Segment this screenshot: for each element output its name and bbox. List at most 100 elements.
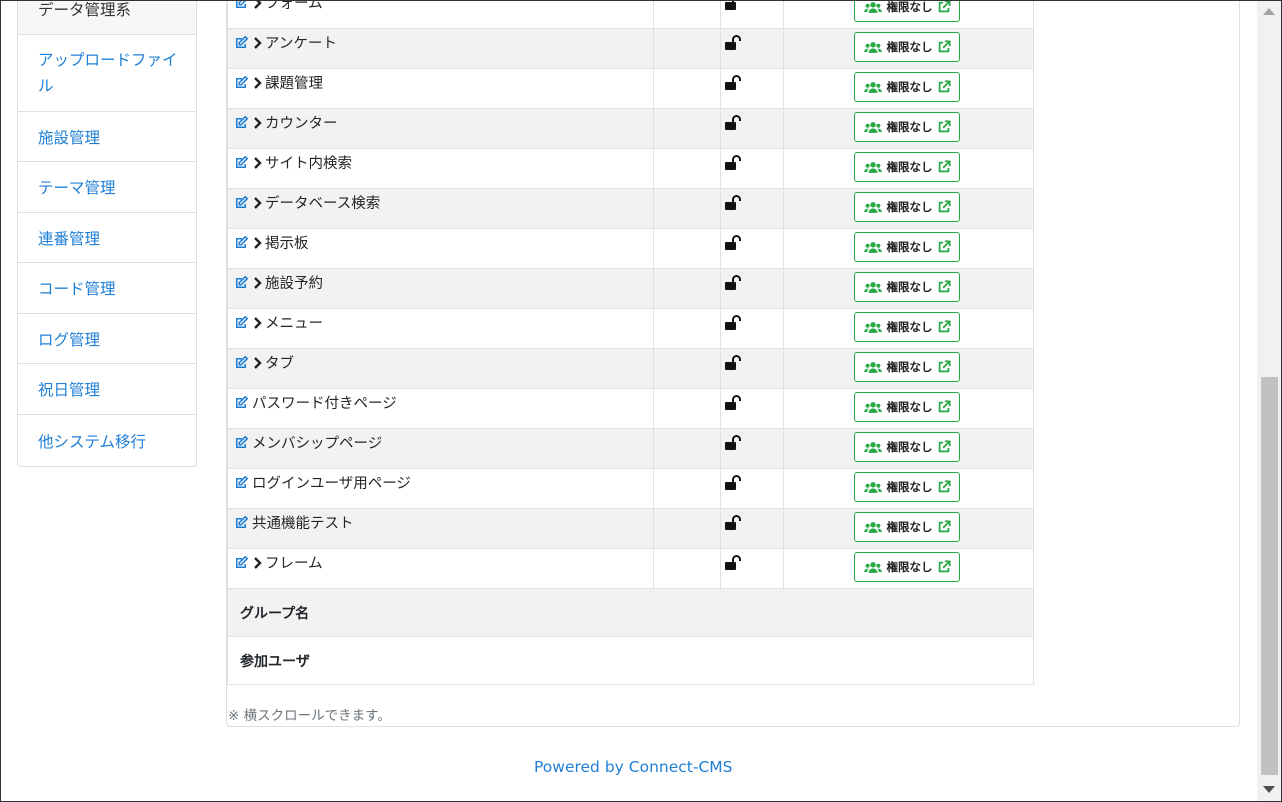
- permission-button[interactable]: 権限なし: [854, 392, 960, 422]
- unlock-icon: [725, 75, 743, 91]
- edit-icon[interactable]: [233, 35, 249, 51]
- permission-button[interactable]: 権限なし: [854, 32, 960, 62]
- scroll-down-arrow-icon[interactable]: [1263, 786, 1275, 793]
- permission-button[interactable]: 権限なし: [854, 272, 960, 302]
- permission-button[interactable]: 権限なし: [854, 552, 960, 582]
- sidebar-item[interactable]: ログ管理: [18, 314, 196, 364]
- table-row: タブ 権限なし: [227, 348, 1034, 389]
- page-name-cell: アンケート: [227, 28, 654, 69]
- page-name[interactable]: データベース検索: [265, 192, 380, 213]
- page-name[interactable]: カウンター: [265, 112, 338, 133]
- permission-label: 権限なし: [886, 440, 933, 454]
- edit-icon[interactable]: [233, 475, 249, 491]
- footer-powered-by[interactable]: Powered by Connect-CMS: [534, 758, 732, 776]
- page-name[interactable]: タブ: [265, 352, 294, 373]
- external-link-icon: [937, 120, 951, 134]
- table-row: メニュー 権限なし: [227, 308, 1034, 349]
- permission-cell: 権限なし: [783, 108, 1034, 149]
- edit-icon[interactable]: [233, 355, 249, 371]
- page-name[interactable]: パスワード付きページ: [252, 392, 397, 413]
- sidebar-item[interactable]: コード管理: [18, 263, 196, 314]
- sidebar-item[interactable]: 施設管理: [18, 112, 196, 162]
- page-name-cell: カウンター: [227, 108, 654, 149]
- unlock-icon: [725, 275, 743, 291]
- page-name[interactable]: フォーム: [265, 1, 323, 13]
- permission-cell: 権限なし: [783, 188, 1034, 229]
- permission-button[interactable]: 権限なし: [854, 152, 960, 182]
- page-name-cell: メニュー: [227, 308, 654, 349]
- sidebar-item[interactable]: 連番管理: [18, 213, 196, 263]
- chevron-right-icon: [252, 76, 264, 90]
- users-icon: [864, 321, 882, 334]
- lock-cell: [720, 468, 784, 509]
- page-name[interactable]: 施設予約: [265, 272, 323, 293]
- empty-cell: [653, 108, 721, 149]
- page-name[interactable]: ログインユーザ用ページ: [252, 472, 411, 493]
- edit-icon[interactable]: [233, 115, 249, 131]
- permission-cell: 権限なし: [783, 548, 1034, 589]
- users-icon: [864, 201, 882, 214]
- page-name[interactable]: 課題管理: [265, 72, 323, 93]
- edit-icon[interactable]: [233, 555, 249, 571]
- external-link-icon: [937, 160, 951, 174]
- permission-button[interactable]: 権限なし: [854, 512, 960, 542]
- permission-button[interactable]: 権限なし: [854, 112, 960, 142]
- scroll-up-arrow-icon[interactable]: [1263, 8, 1275, 15]
- lock-cell: [720, 28, 784, 69]
- external-link-icon: [937, 80, 951, 94]
- page-name[interactable]: アンケート: [265, 32, 337, 53]
- sidebar-item[interactable]: 祝日管理: [18, 364, 196, 415]
- users-icon: [864, 1, 882, 14]
- external-link-icon: [937, 440, 951, 454]
- edit-icon[interactable]: [233, 155, 249, 171]
- sidebar-item[interactable]: 他システム移行: [18, 415, 196, 466]
- page-name[interactable]: 共通機能テスト: [252, 512, 354, 533]
- empty-cell: [653, 468, 721, 509]
- edit-icon[interactable]: [233, 235, 249, 251]
- chevron-right-icon: [252, 156, 264, 170]
- permission-button[interactable]: 権限なし: [854, 192, 960, 222]
- unlock-icon: [725, 235, 743, 251]
- empty-cell: [653, 148, 721, 189]
- lock-cell: [720, 148, 784, 189]
- permission-button[interactable]: 権限なし: [854, 312, 960, 342]
- edit-icon[interactable]: [233, 315, 249, 331]
- sidebar-item[interactable]: アップロードファイル: [18, 35, 196, 112]
- permission-cell: 権限なし: [783, 268, 1034, 309]
- vertical-scrollbar[interactable]: [1257, 1, 1281, 801]
- edit-icon[interactable]: [233, 195, 249, 211]
- permission-button[interactable]: 権限なし: [854, 0, 960, 22]
- sidebar-item[interactable]: テーマ管理: [18, 162, 196, 213]
- page-name-cell: 課題管理: [227, 68, 654, 109]
- permission-label: 権限なし: [886, 320, 933, 334]
- permission-button[interactable]: 権限なし: [854, 432, 960, 462]
- browser-viewport: データ管理系 アップロードファイル 施設管理 テーマ管理 連番管理 コード管理 ログ管理 祝日…: [0, 0, 1282, 802]
- scrollbar-thumb[interactable]: [1261, 377, 1278, 775]
- lock-cell: [720, 428, 784, 469]
- empty-cell: [653, 348, 721, 389]
- edit-icon[interactable]: [233, 395, 249, 411]
- page-name[interactable]: 掲示板: [265, 232, 309, 253]
- permission-button[interactable]: 権限なし: [854, 72, 960, 102]
- edit-icon[interactable]: [233, 1, 249, 11]
- permission-button[interactable]: 権限なし: [854, 232, 960, 262]
- chevron-right-icon: [252, 1, 264, 10]
- page-name-cell: データベース検索: [227, 188, 654, 229]
- edit-icon[interactable]: [233, 515, 249, 531]
- permission-button[interactable]: 権限なし: [854, 352, 960, 382]
- page-name[interactable]: メニュー: [265, 312, 323, 333]
- edit-icon[interactable]: [233, 275, 249, 291]
- external-link-icon: [937, 200, 951, 214]
- permission-label: 権限なし: [886, 0, 933, 14]
- scroll-note: ※ 横スクロールできます。: [228, 708, 391, 724]
- page-name[interactable]: メンバシップページ: [252, 432, 382, 453]
- permission-button[interactable]: 権限なし: [854, 472, 960, 502]
- page-name[interactable]: フレーム: [265, 552, 323, 573]
- page-name[interactable]: サイト内検索: [265, 152, 352, 173]
- sidebar-item[interactable]: データ管理系: [18, 1, 196, 35]
- unlock-icon: [725, 395, 743, 411]
- unlock-icon: [725, 35, 743, 51]
- edit-icon[interactable]: [233, 435, 249, 451]
- lock-cell: [720, 228, 784, 269]
- edit-icon[interactable]: [233, 75, 249, 91]
